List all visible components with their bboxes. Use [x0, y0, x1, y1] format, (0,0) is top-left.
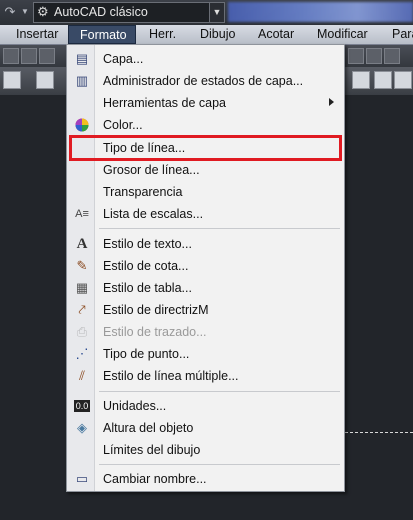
units-icon: 0.0: [74, 400, 90, 412]
highlight-annotation-box: [69, 135, 342, 161]
tool-icon[interactable]: [384, 48, 400, 64]
layer-states-icon: ▥: [75, 73, 89, 88]
tool-icon[interactable]: [366, 48, 382, 64]
layer-tool-icon[interactable]: [36, 71, 54, 89]
menu-item-capa[interactable]: ▤ Capa...: [69, 48, 342, 70]
menu-item-units[interactable]: 0.0 Unidades...: [69, 395, 342, 417]
layer-icon: ▤: [75, 51, 89, 66]
menu-acotar[interactable]: Acotar: [258, 25, 294, 44]
menu-insertar[interactable]: Insertar: [16, 25, 58, 44]
menu-item-limits[interactable]: Límites del dibujo: [69, 439, 342, 461]
plot-style-icon: ⎙: [76, 324, 88, 339]
menu-item-point-style[interactable]: ⋰ Tipo de punto...: [69, 343, 342, 365]
redo-icon[interactable]: ↷: [2, 4, 18, 20]
menu-item-layer-tools[interactable]: Herramientas de capa: [69, 92, 342, 114]
menu-item-thickness[interactable]: ◈ Altura del objeto: [69, 417, 342, 439]
multiline-style-icon: ⫽: [79, 368, 85, 383]
rename-icon: ▭: [75, 471, 89, 486]
scale-list-icon: A≡: [75, 208, 89, 220]
menu-modificar[interactable]: Modificar: [317, 25, 368, 44]
menu-item-mline-style[interactable]: ⫽ Estilo de línea múltiple...: [69, 365, 342, 387]
menu-item-mleader-style[interactable]: ⤤ Estilo de directrizM: [69, 299, 342, 321]
menu-formato[interactable]: Formato: [68, 25, 136, 44]
workspace-dropdown-button[interactable]: ▼: [209, 2, 225, 23]
quick-access-toolbar: ↷ ▼ ⚙ AutoCAD clásico ▼: [0, 0, 413, 26]
layer-tool-icon[interactable]: [394, 71, 412, 89]
layer-tool-icon[interactable]: [374, 71, 392, 89]
layer-tool-icon[interactable]: [352, 71, 370, 89]
menu-item-transparency[interactable]: Transparencia: [69, 181, 342, 203]
menu-item-dim-style[interactable]: ✎ Estilo de cota...: [69, 255, 342, 277]
new-icon[interactable]: [3, 48, 19, 64]
menu-separator: [99, 228, 340, 229]
menu-item-color[interactable]: Color...: [69, 114, 342, 136]
menu-item-table-style[interactable]: ▦ Estilo de tabla...: [69, 277, 342, 299]
save-icon[interactable]: [39, 48, 55, 64]
dashed-line: [345, 432, 413, 433]
dimension-style-icon: ✎: [76, 258, 88, 273]
format-menu: ▤ Capa... ▥ Administrador de estados de …: [66, 44, 345, 492]
workspace-selector[interactable]: ⚙ AutoCAD clásico: [33, 2, 210, 23]
menu-item-lineweight[interactable]: Grosor de línea...: [69, 159, 342, 181]
text-style-icon: A: [76, 236, 88, 252]
menu-bar: Insertar Formato Herr. Dibujo Acotar Mod…: [0, 25, 413, 45]
multileader-style-icon: ⤤: [78, 302, 86, 317]
layer-tool-icon[interactable]: [3, 71, 21, 89]
submenu-arrow-icon: [329, 98, 334, 106]
menu-item-rename[interactable]: ▭ Cambiar nombre...: [69, 468, 342, 490]
menu-item-layer-states[interactable]: ▥ Administrador de estados de capa...: [69, 70, 342, 92]
menu-herr[interactable]: Herr.: [149, 25, 176, 44]
thickness-icon: ◈: [77, 420, 87, 435]
menu-item-text-style[interactable]: A Estilo de texto...: [69, 233, 342, 255]
point-style-icon: ⋰: [75, 346, 89, 361]
workspace-name: AutoCAD clásico: [54, 5, 148, 19]
dropdown-arrow-icon[interactable]: ▼: [17, 4, 33, 20]
tool-icon[interactable]: [348, 48, 364, 64]
menu-item-scale-list[interactable]: A≡ Lista de escalas...: [69, 203, 342, 225]
open-icon[interactable]: [21, 48, 37, 64]
blurred-title-bar: [228, 2, 413, 22]
menu-dibujo[interactable]: Dibujo: [200, 25, 235, 44]
menu-separator: [99, 464, 340, 465]
menu-separator: [99, 391, 340, 392]
gear-icon: ⚙: [37, 4, 49, 19]
table-style-icon: ▦: [75, 280, 89, 295]
menu-para[interactable]: Para: [392, 25, 413, 44]
menu-item-plot-style: ⎙ Estilo de trazado...: [69, 321, 342, 343]
color-wheel-icon: [74, 117, 90, 133]
